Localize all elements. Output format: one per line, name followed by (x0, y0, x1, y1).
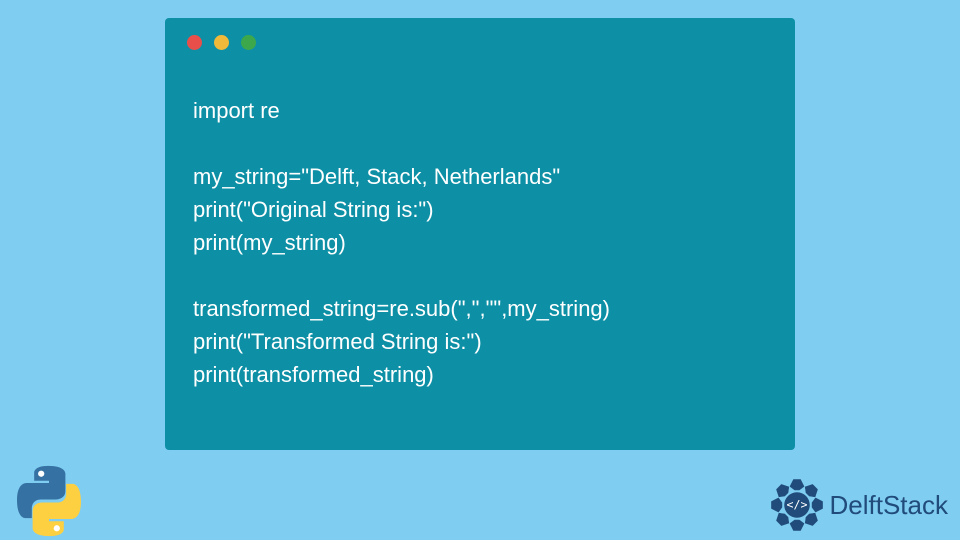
code-content: import re my_string="Delft, Stack, Nethe… (165, 66, 795, 391)
svg-text:</>: </> (786, 497, 807, 511)
code-window: import re my_string="Delft, Stack, Nethe… (165, 18, 795, 450)
brand-name: DelftStack (830, 490, 949, 521)
python-logo-icon (10, 462, 88, 540)
window-title-bar (165, 18, 795, 66)
minimize-icon (214, 35, 229, 50)
delftstack-logo-icon: </> (768, 476, 826, 534)
maximize-icon (241, 35, 256, 50)
brand-badge: </> DelftStack (768, 476, 949, 534)
close-icon (187, 35, 202, 50)
